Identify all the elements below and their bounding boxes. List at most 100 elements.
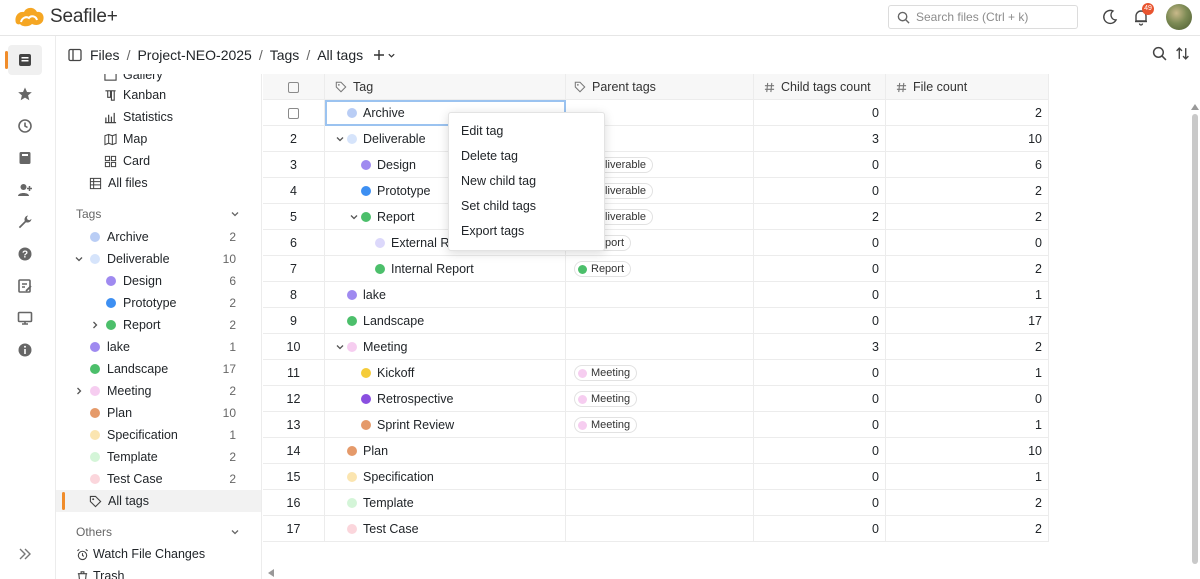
- child-tags-count-cell[interactable]: 0: [754, 490, 886, 516]
- dark-mode-icon[interactable]: [1101, 8, 1119, 26]
- parent-tags-cell[interactable]: [566, 490, 754, 516]
- file-count-cell[interactable]: 2: [886, 490, 1049, 516]
- file-count-cell[interactable]: 0: [886, 230, 1049, 256]
- table-row[interactable]: 13 Sprint Review Meeting 0 1: [263, 412, 1049, 438]
- chevron-down-icon[interactable]: [335, 342, 345, 352]
- sidebar-item-kanban[interactable]: Kanban: [56, 84, 261, 106]
- table-row[interactable]: 2 Deliverable 3 10: [263, 126, 1049, 152]
- menu-new-child-tag[interactable]: New child tag: [449, 169, 604, 194]
- file-count-cell[interactable]: 10: [886, 126, 1049, 152]
- scroll-up-icon[interactable]: [1191, 104, 1199, 110]
- parent-tags-cell[interactable]: Meeting: [566, 386, 754, 412]
- parent-tags-cell[interactable]: Meeting: [566, 412, 754, 438]
- parent-tags-cell[interactable]: [566, 282, 754, 308]
- sidebar-item-map[interactable]: Map: [56, 128, 261, 150]
- table-row[interactable]: 8 lake 0 1: [263, 282, 1049, 308]
- file-count-cell[interactable]: 2: [886, 256, 1049, 282]
- file-count-cell[interactable]: 2: [886, 334, 1049, 360]
- sidebar-tag-specification[interactable]: Specification 1: [56, 424, 261, 446]
- file-count-cell[interactable]: 10: [886, 438, 1049, 464]
- scrollbar-thumb[interactable]: [1192, 114, 1198, 564]
- others-section-header[interactable]: Others: [56, 521, 261, 543]
- row-index-cell[interactable]: [263, 100, 325, 126]
- file-count-cell[interactable]: 2: [886, 100, 1049, 126]
- row-index-cell[interactable]: 15: [263, 464, 325, 490]
- child-tags-count-cell[interactable]: 0: [754, 464, 886, 490]
- sidebar-item-all-tags[interactable]: All tags: [56, 490, 261, 512]
- table-row[interactable]: 16 Template 0 2: [263, 490, 1049, 516]
- chevron-right-icon[interactable]: [74, 386, 84, 396]
- child-tags-count-cell[interactable]: 0: [754, 308, 886, 334]
- table-row[interactable]: 7 Internal Report Report 0 2: [263, 256, 1049, 282]
- child-tags-count-cell[interactable]: 2: [754, 204, 886, 230]
- tag-cell[interactable]: Template: [325, 490, 566, 516]
- table-row[interactable]: Archive 0 2: [263, 100, 1049, 126]
- rail-help[interactable]: ?: [8, 239, 42, 269]
- menu-delete-tag[interactable]: Delete tag: [449, 144, 604, 169]
- rail-activities[interactable]: [8, 111, 42, 141]
- row-index-cell[interactable]: 10: [263, 334, 325, 360]
- chevron-down-icon[interactable]: [349, 212, 359, 222]
- sidebar-item-watch-changes[interactable]: Watch File Changes: [56, 543, 261, 565]
- row-index-cell[interactable]: 3: [263, 152, 325, 178]
- rail-wiki[interactable]: [8, 143, 42, 173]
- child-tags-count-cell[interactable]: 0: [754, 230, 886, 256]
- file-count-cell[interactable]: 2: [886, 178, 1049, 204]
- search-input[interactable]: Search files (Ctrl + k): [888, 5, 1078, 29]
- file-count-cell[interactable]: 1: [886, 360, 1049, 386]
- child-tags-count-cell[interactable]: 0: [754, 412, 886, 438]
- tag-cell[interactable]: Test Case: [325, 516, 566, 542]
- row-index-cell[interactable]: 6: [263, 230, 325, 256]
- parent-tags-cell[interactable]: [566, 516, 754, 542]
- toggle-sidebar-icon[interactable]: [68, 48, 82, 62]
- table-row[interactable]: 15 Specification 0 1: [263, 464, 1049, 490]
- rail-files[interactable]: [5, 45, 42, 75]
- sidebar-item-card[interactable]: Card: [56, 150, 261, 172]
- sidebar-tag-archive[interactable]: Archive 2: [56, 226, 261, 248]
- menu-set-child-tags[interactable]: Set child tags: [449, 194, 604, 219]
- tag-cell[interactable]: Specification: [325, 464, 566, 490]
- select-all-checkbox[interactable]: [288, 81, 299, 93]
- row-checkbox[interactable]: [288, 107, 299, 119]
- search-icon[interactable]: [1152, 46, 1167, 61]
- tag-cell[interactable]: Sprint Review: [325, 412, 566, 438]
- rail-share-admin[interactable]: [8, 175, 42, 205]
- chevron-down-icon[interactable]: [74, 254, 84, 264]
- tag-cell[interactable]: Retrospective: [325, 386, 566, 412]
- sidebar-tag-lake[interactable]: lake 1: [56, 336, 261, 358]
- file-count-cell[interactable]: 2: [886, 516, 1049, 542]
- sidebar-tag-report[interactable]: Report 2: [56, 314, 261, 336]
- menu-export-tags[interactable]: Export tags: [449, 219, 604, 244]
- tag-cell[interactable]: lake: [325, 282, 566, 308]
- sidebar-item-all-files[interactable]: All files: [56, 172, 261, 194]
- tag-cell[interactable]: Kickoff: [325, 360, 566, 386]
- parent-tags-cell[interactable]: [566, 334, 754, 360]
- breadcrumb-tags[interactable]: Tags: [270, 47, 300, 63]
- user-avatar[interactable]: [1166, 4, 1192, 30]
- child-tags-count-cell[interactable]: 0: [754, 360, 886, 386]
- menu-edit-tag[interactable]: Edit tag: [449, 119, 604, 144]
- add-menu-button[interactable]: [373, 49, 396, 61]
- file-count-cell[interactable]: 1: [886, 464, 1049, 490]
- child-tags-count-cell[interactable]: 0: [754, 516, 886, 542]
- table-row[interactable]: 9 Landscape 0 17: [263, 308, 1049, 334]
- row-index-cell[interactable]: 11: [263, 360, 325, 386]
- child-tags-count-cell[interactable]: 0: [754, 178, 886, 204]
- sidebar-tag-deliverable[interactable]: Deliverable 10: [56, 248, 261, 270]
- table-row[interactable]: 5 Report Deliverable 2 2: [263, 204, 1049, 230]
- row-index-cell[interactable]: 4: [263, 178, 325, 204]
- table-row[interactable]: 10 Meeting 3 2: [263, 334, 1049, 360]
- file-count-cell[interactable]: 2: [886, 204, 1049, 230]
- sidebar-tag-template[interactable]: Template 2: [56, 446, 261, 468]
- sidebar-item-statistics[interactable]: Statistics: [56, 106, 261, 128]
- table-row[interactable]: 11 Kickoff Meeting 0 1: [263, 360, 1049, 386]
- row-index-cell[interactable]: 7: [263, 256, 325, 282]
- sidebar-tag-plan[interactable]: Plan 10: [56, 402, 261, 424]
- parent-tags-cell[interactable]: [566, 308, 754, 334]
- child-tags-count-cell[interactable]: 0: [754, 386, 886, 412]
- row-index-cell[interactable]: 8: [263, 282, 325, 308]
- file-count-cell[interactable]: 1: [886, 282, 1049, 308]
- sort-icon[interactable]: [1175, 46, 1190, 61]
- tag-cell[interactable]: Landscape: [325, 308, 566, 334]
- parent-tags-cell[interactable]: Report: [566, 256, 754, 282]
